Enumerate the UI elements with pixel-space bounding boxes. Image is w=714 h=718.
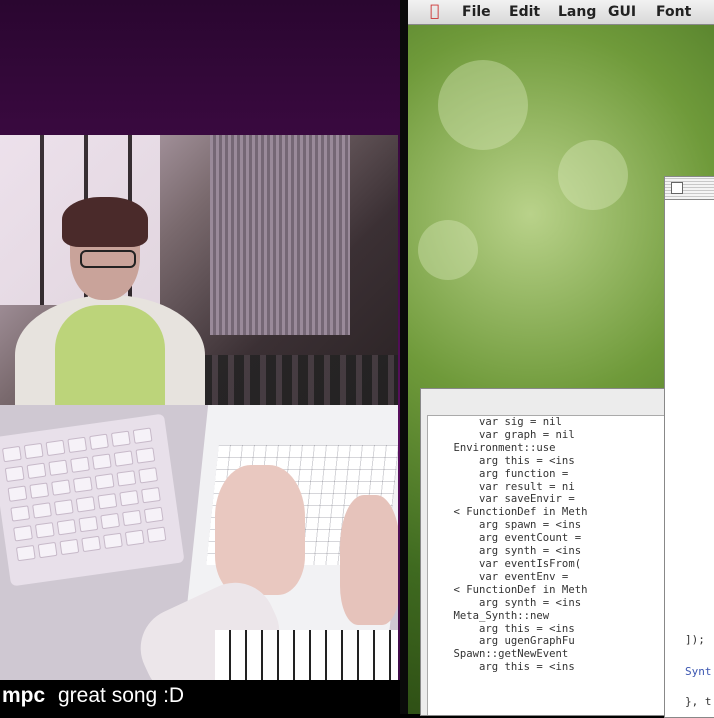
code-line: }, t: [685, 695, 712, 708]
pad-button: [146, 526, 167, 543]
post-line: var sig = nil: [428, 416, 562, 428]
post-line: Spawn::getNewEvent: [428, 648, 569, 661]
pad-button: [119, 490, 140, 507]
post-line: var eventIsFrom(: [428, 557, 582, 570]
pad-button: [13, 525, 33, 542]
pad-button: [110, 430, 131, 447]
pad-button: [89, 433, 109, 451]
pad-button: [72, 476, 93, 493]
window-blinds: [210, 135, 350, 335]
post-line: arg synth = <ins: [428, 596, 582, 609]
post-line: arg spawn = <ins: [428, 519, 582, 532]
stream-divider: [400, 0, 408, 714]
apple-menu-icon[interactable]: : [430, 1, 440, 20]
pad-button: [29, 482, 50, 499]
pad-button: [97, 493, 118, 510]
pad-button: [70, 456, 90, 473]
post-line: var result = ni: [428, 480, 575, 493]
post-line: arg synth = <ins: [428, 545, 582, 558]
pad-button: [122, 509, 142, 527]
pad-button: [116, 470, 137, 487]
menu-font[interactable]: Font: [656, 4, 691, 20]
person-hair: [62, 197, 148, 247]
pad-button: [56, 518, 77, 536]
pad-button: [75, 496, 96, 513]
pad-button: [45, 439, 66, 457]
pad-button: [143, 506, 164, 524]
document-window[interactable]: ]); Synt }, t: [664, 176, 714, 718]
document-titlebar[interactable]: [665, 177, 714, 200]
pad-button: [67, 436, 88, 454]
pad-button: [81, 535, 102, 553]
pad-button: [48, 459, 69, 476]
button-controller: [0, 413, 185, 587]
pad-button: [10, 505, 31, 522]
bokeh-light: [558, 140, 628, 210]
pad-button: [91, 453, 112, 470]
person-shirt: [55, 305, 165, 405]
pad-button: [34, 522, 55, 539]
chat-username: mpc: [2, 684, 46, 707]
menu-bar:  File Edit Lang GUI Font: [408, 0, 714, 25]
pad-button: [132, 427, 153, 444]
code-line: ]);: [685, 633, 705, 646]
post-line: var eventEnv =: [428, 570, 575, 583]
webcam-hands-view: [0, 405, 398, 680]
webcam-panel: mpc great song :D: [0, 0, 400, 714]
pad-button: [113, 450, 134, 467]
menu-lang[interactable]: Lang: [558, 4, 596, 20]
pad-button: [15, 544, 36, 562]
post-line: < FunctionDef in Meth: [428, 583, 588, 596]
webcam-face-view: [0, 135, 398, 405]
pad-button: [100, 512, 121, 530]
post-line: arg function =: [428, 467, 575, 480]
pad-button: [135, 447, 156, 464]
menu-gui[interactable]: GUI: [608, 4, 636, 20]
menu-file[interactable]: File: [462, 4, 491, 20]
pad-button: [78, 515, 99, 533]
pad-button: [141, 486, 161, 504]
post-line: var saveEnvir =: [428, 493, 575, 506]
pad-button: [1, 445, 22, 463]
right-hand: [340, 495, 398, 625]
menu-edit[interactable]: Edit: [509, 4, 540, 20]
post-line: Environment::use: [428, 441, 556, 454]
pad-button: [4, 465, 25, 483]
bokeh-light: [438, 60, 528, 150]
pad-button: [94, 473, 115, 490]
pad-button: [26, 462, 47, 480]
close-box-icon[interactable]: [671, 182, 683, 194]
post-line: arg ugenGraphFu: [428, 635, 575, 648]
post-line: < FunctionDef in Meth: [428, 506, 588, 519]
post-line: Meta_Synth::new: [428, 609, 550, 622]
glasses: [80, 250, 136, 268]
post-window[interactable]: var sig = nil var graph = nil Environmen…: [420, 388, 666, 716]
post-line: arg eventCount =: [428, 532, 582, 545]
bokeh-light: [418, 220, 478, 280]
pad-button: [59, 538, 80, 556]
pad-button: [32, 502, 52, 519]
pad-button: [53, 499, 74, 516]
pad-button: [37, 541, 58, 559]
post-line: arg this = <ins: [428, 454, 575, 467]
piano-keys: [215, 630, 398, 680]
post-line: arg this = <ins: [428, 622, 575, 635]
pad-button: [7, 485, 28, 502]
post-line: arg this = <ins: [428, 661, 575, 674]
chat-message: great song :D: [58, 684, 185, 707]
post-window-text: var sig = nil var graph = nil Environmen…: [428, 416, 588, 674]
pad-button: [124, 529, 145, 546]
left-hand: [215, 465, 305, 595]
pad-button: [23, 442, 44, 460]
post-window-content[interactable]: var sig = nil var graph = nil Environmen…: [427, 415, 665, 715]
pad-button: [103, 532, 123, 550]
chat-overlay: mpc great song :D: [0, 680, 400, 714]
code-line-synth: Synt: [685, 665, 712, 678]
post-line: var graph = nil: [428, 428, 575, 441]
pad-button: [51, 479, 71, 496]
pad-button: [138, 467, 159, 484]
